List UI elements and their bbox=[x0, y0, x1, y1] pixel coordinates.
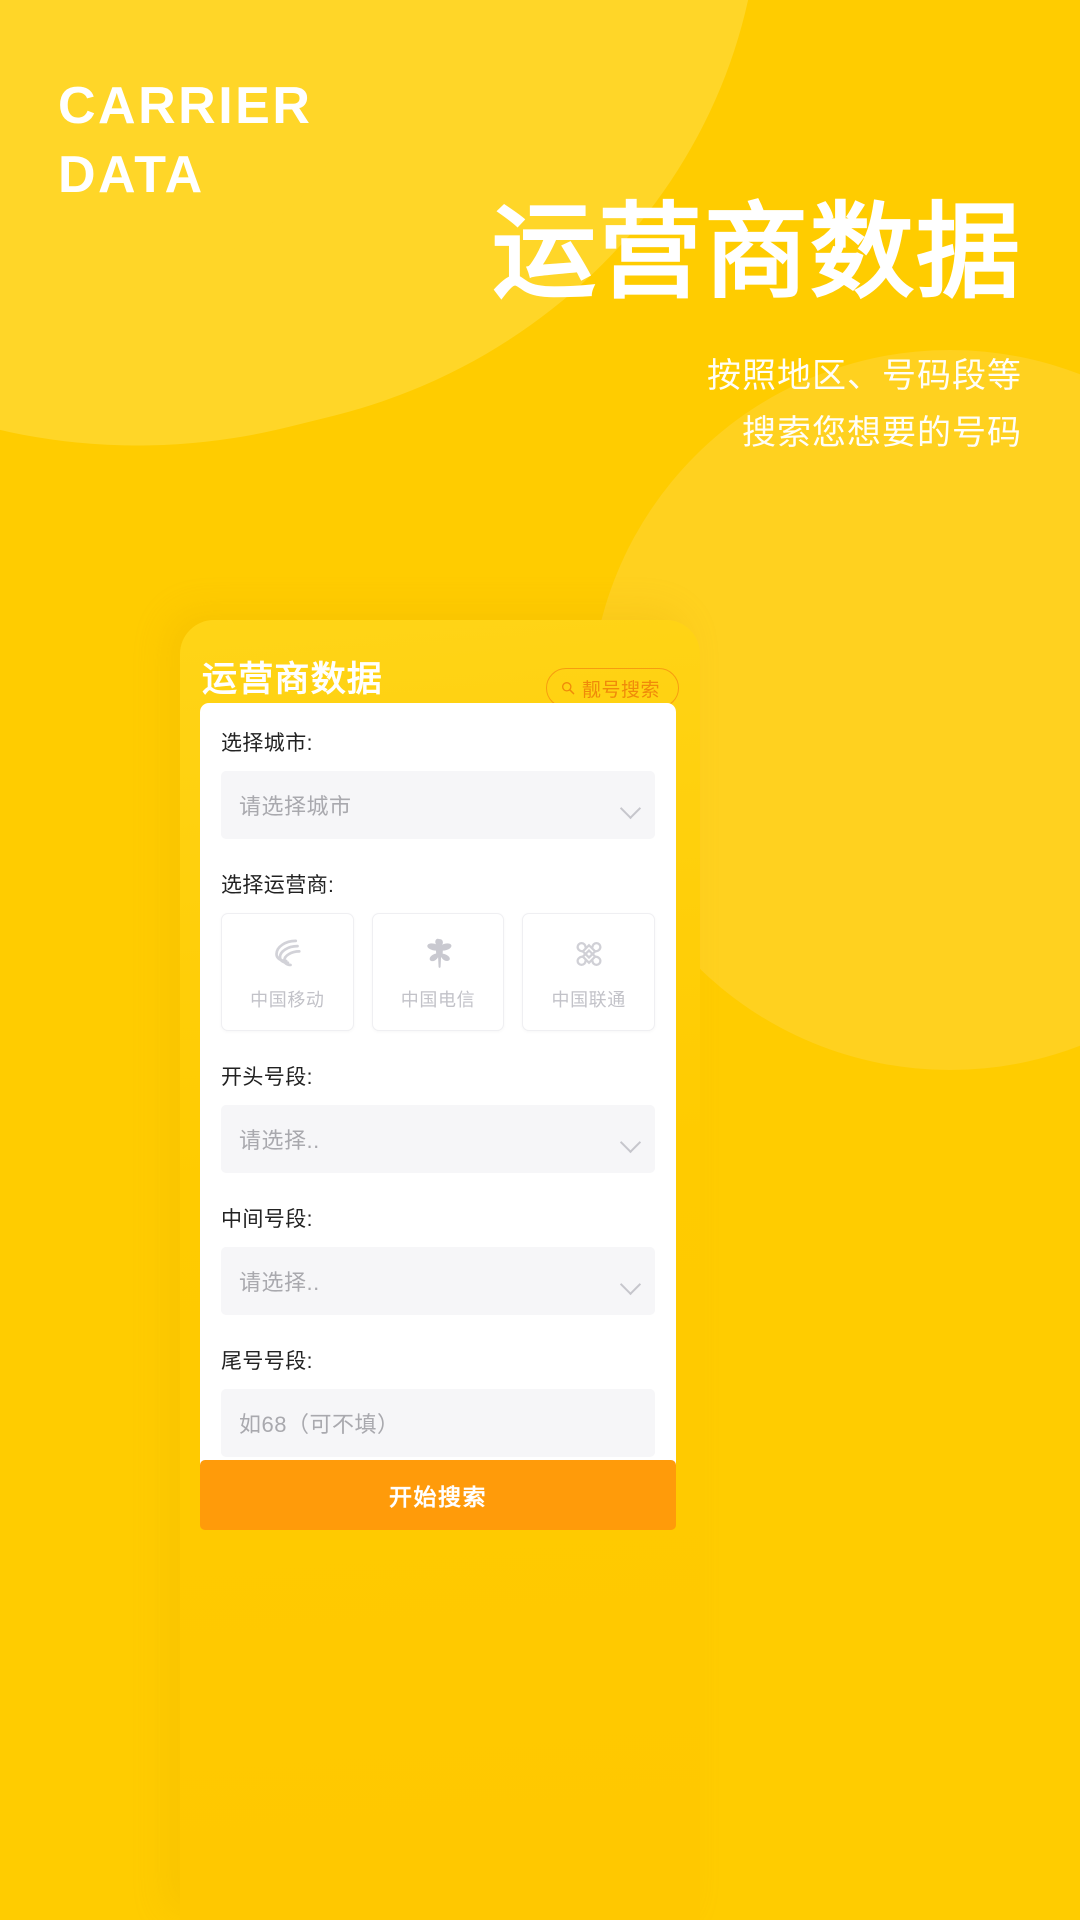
suffix-segment-placeholder: 如68（可不填） bbox=[239, 1412, 400, 1437]
field-prefix-segment: 开头号段: 请选择.. bbox=[221, 1061, 655, 1173]
chevron-down-icon bbox=[619, 1131, 642, 1154]
hero-subtitle-line-1: 按照地区、号码段等 bbox=[707, 357, 1022, 395]
start-search-button[interactable]: 开始搜索 bbox=[200, 1460, 676, 1530]
prefix-segment-select[interactable]: 请选择.. bbox=[221, 1105, 655, 1173]
field-carrier: 选择运营商: 中国移动 中国电信 中国联通 bbox=[221, 869, 656, 1031]
carrier-label: 选择运营商: bbox=[221, 874, 335, 897]
premium-number-search-button[interactable]: 靓号搜索 bbox=[545, 668, 679, 708]
suffix-segment-label: 尾号号段: bbox=[221, 1350, 313, 1373]
city-label: 选择城市: bbox=[221, 732, 313, 755]
chevron-down-icon bbox=[619, 797, 642, 820]
carrier-data-panel: 运营商数据 海量高质量数据 一键导出 靓号搜索 选择城市: 请选择城市 选择运营… bbox=[180, 620, 700, 1920]
city-select-value: 请选择城市 bbox=[239, 794, 352, 819]
carrier-options: 中国移动 中国电信 中国联通 bbox=[221, 913, 656, 1031]
hero-eyebrow-line-2: DATA bbox=[58, 145, 205, 204]
carrier-option-china-mobile[interactable]: 中国移动 bbox=[221, 913, 354, 1031]
chevron-down-icon bbox=[619, 1273, 642, 1296]
prefix-segment-label: 开头号段: bbox=[221, 1066, 313, 1089]
carrier-option-label: 中国电信 bbox=[400, 989, 476, 1010]
china-telecom-logo-icon bbox=[427, 938, 452, 968]
china-unicom-logo-icon bbox=[576, 941, 602, 966]
middle-segment-select[interactable]: 请选择.. bbox=[221, 1247, 655, 1315]
hero-subtitle-line-2: 搜索您想要的号码 bbox=[742, 414, 1022, 453]
page-title: 运营商数据 bbox=[491, 195, 1022, 311]
hero-header: CARRIER DATA 运营商数据 按照地区、号码段等 搜索您想要的号码 bbox=[0, 0, 1080, 620]
suffix-segment-input-wrap[interactable]: 如68（可不填） bbox=[221, 1389, 655, 1457]
middle-segment-label: 中间号段: bbox=[221, 1208, 313, 1231]
middle-segment-value: 请选择.. bbox=[239, 1270, 320, 1295]
carrier-option-label: 中国联通 bbox=[551, 989, 626, 1010]
search-icon bbox=[561, 682, 575, 695]
hero-eyebrow: CARRIER DATA bbox=[58, 72, 458, 209]
premium-number-search-label: 靓号搜索 bbox=[581, 679, 660, 701]
field-suffix-segment: 尾号号段: 如68（可不填） bbox=[221, 1345, 655, 1457]
hero-subtitle: 按照地区、号码段等 搜索您想要的号码 bbox=[707, 348, 1022, 462]
carrier-option-china-telecom[interactable]: 中国电信 bbox=[371, 913, 505, 1031]
china-mobile-logo-icon bbox=[275, 939, 301, 966]
city-select[interactable]: 请选择城市 bbox=[221, 771, 655, 839]
field-city: 选择城市: 请选择城市 bbox=[221, 727, 655, 839]
prefix-segment-value: 请选择.. bbox=[239, 1128, 320, 1153]
hero-eyebrow-line-1: CARRIER bbox=[58, 77, 313, 135]
carrier-option-label: 中国移动 bbox=[250, 989, 325, 1010]
carrier-option-china-unicom[interactable]: 中国联通 bbox=[522, 913, 656, 1031]
search-form: 选择城市: 请选择城市 选择运营商: 中国移动 中国电信 中国联通 开头号段: … bbox=[200, 703, 676, 1485]
field-middle-segment: 中间号段: 请选择.. bbox=[221, 1203, 655, 1315]
